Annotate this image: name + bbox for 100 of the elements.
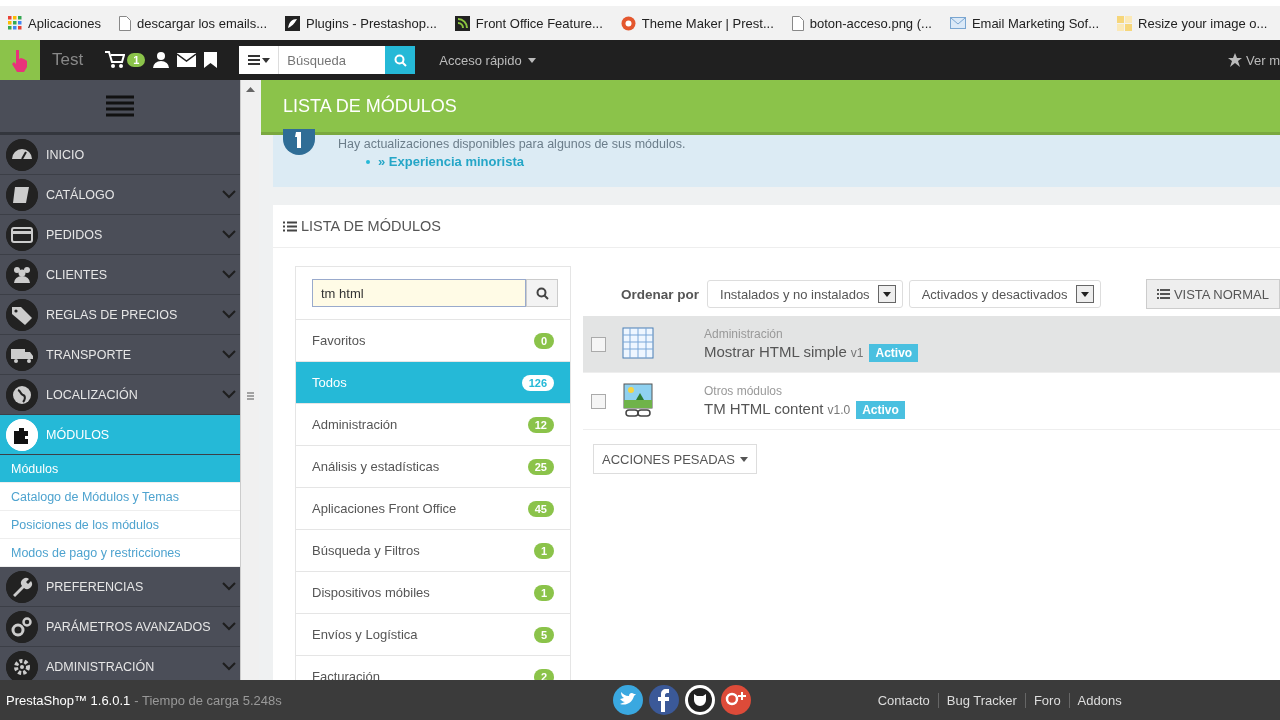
caret-icon	[882, 291, 891, 297]
puzzle-icon	[6, 418, 38, 451]
bookmark-label[interactable]: Plugins - Prestashop...	[306, 15, 437, 31]
bookmark-icon[interactable]	[204, 52, 218, 68]
checkbox[interactable]	[591, 336, 606, 352]
filter-dropdown[interactable]: Instalados y no instalados	[707, 280, 903, 308]
bookmark-label[interactable]: Theme Maker | Prest...	[641, 15, 774, 31]
sort-label: Ordenar por	[621, 286, 699, 302]
footer-link[interactable]: Contacto	[869, 692, 938, 708]
cart-count: 1	[127, 53, 146, 67]
panel-title: LISTA DE MÓDULOS	[301, 218, 441, 234]
settings-icon	[6, 650, 38, 680]
cart-icon[interactable]	[105, 51, 126, 69]
image-chain-icon	[622, 382, 656, 417]
bookmark-label[interactable]: Resize your image o...	[1138, 15, 1268, 31]
count-badge: 2	[533, 668, 554, 680]
category-item[interactable]: Dispositivos móbiles 1	[296, 572, 570, 614]
status-badge: Activo	[869, 343, 919, 362]
bookmark-label[interactable]: Front Office Feature...	[475, 15, 603, 31]
sidebar-item[interactable]: CATÁLOGO	[0, 175, 240, 215]
grip-icon[interactable]	[246, 392, 254, 400]
bookmark-label[interactable]: Email Marketing Sof...	[971, 15, 1100, 31]
category-item[interactable]: Aplicaciones Front Office 45	[296, 488, 570, 530]
gear-icon	[620, 15, 636, 31]
sidebar-item[interactable]: PREFERENCIAS	[0, 567, 240, 607]
view-shop-link[interactable]: Ver m	[1246, 52, 1280, 68]
count-badge: 45	[527, 500, 554, 517]
module-row[interactable]: Otros módulos TM HTML content v1.0 Activo	[583, 373, 1280, 430]
footer-link[interactable]: Addons	[1068, 692, 1130, 708]
category-item[interactable]: Administración 12	[296, 404, 570, 446]
filter-dropdown[interactable]: Activados y desactivados	[908, 280, 1101, 308]
category-item[interactable]: Envíos y Logística 5	[296, 614, 570, 656]
table-icon	[622, 326, 654, 359]
module-search-field[interactable]: tm html	[312, 279, 526, 307]
search-icon	[393, 53, 407, 67]
info-icon	[283, 129, 315, 155]
footer-link[interactable]: Foro	[1024, 692, 1069, 708]
module-category: Otros módulos	[704, 383, 784, 398]
category-item[interactable]: Búsqueda y Filtros 1	[296, 530, 570, 572]
apps-grid-icon	[8, 16, 22, 30]
module-row[interactable]: Administración Mostrar HTML simple v1 Activo	[583, 316, 1280, 373]
caret-icon	[1080, 291, 1089, 297]
caret-icon	[527, 57, 536, 63]
book-icon	[6, 178, 38, 211]
module-version: v1	[850, 345, 864, 360]
footer-link[interactable]: Bug Tracker	[937, 692, 1025, 708]
wrench-icon	[6, 570, 38, 603]
sidebar-item[interactable]: CLIENTES	[0, 255, 240, 295]
count-badge: 126	[521, 374, 554, 391]
count-badge: 25	[527, 458, 554, 475]
count-badge: 1	[533, 584, 554, 601]
load-time-text: - Tiempo de carga 5.248s	[134, 692, 282, 708]
search-icon	[535, 286, 549, 300]
sidebar-item[interactable]: REGLAS DE PRECIOS	[0, 295, 240, 335]
module-version: v1.0	[827, 402, 851, 417]
card-icon	[6, 218, 38, 251]
category-item[interactable]: Análisis y estadísticas 25	[296, 446, 570, 488]
search-field[interactable]: Búsqueda	[279, 46, 386, 74]
count-badge: 0	[533, 332, 554, 349]
alert-message: Hay actualizaciones disponibles para algunos de sus módulos.	[338, 136, 687, 151]
tag-icon	[6, 298, 38, 331]
bulk-actions-button[interactable]: ACCIONES PESADAS	[593, 444, 757, 474]
checkbox[interactable]	[591, 393, 606, 409]
count-badge: 5	[533, 626, 554, 643]
sidebar-item[interactable]: PEDIDOS	[0, 215, 240, 255]
star-icon	[1228, 53, 1243, 67]
sidebar-item[interactable]: INICIO	[0, 135, 240, 175]
bookmark-label[interactable]: Aplicaciones	[28, 15, 101, 31]
list-icon	[1156, 289, 1170, 299]
scroll-up-icon[interactable]	[245, 86, 255, 92]
bookmark-label[interactable]: boton-acceso.png (...	[809, 15, 932, 31]
count-badge: 12	[527, 416, 554, 433]
bookmark-label[interactable]: descargar los emails...	[137, 15, 268, 31]
caret-icon	[261, 57, 270, 63]
sidebar-item[interactable]: TRANSPORTE	[0, 335, 240, 375]
module-category: Administración	[704, 326, 784, 341]
caret-icon	[739, 456, 748, 462]
page-icon	[119, 15, 131, 31]
search-button[interactable]	[385, 46, 416, 74]
people-icon	[6, 258, 38, 291]
truck-icon	[6, 338, 38, 371]
page-title: LISTA DE MÓDULOS	[261, 80, 1280, 135]
page-icon	[791, 15, 804, 31]
search-menu-button[interactable]	[239, 46, 280, 74]
sidebar-item[interactable]: PARÁMETROS AVANZADOS	[0, 607, 240, 647]
user-icon[interactable]	[153, 52, 170, 68]
quick-access-button[interactable]: Acceso rápido	[433, 51, 542, 69]
shop-name[interactable]: Test	[52, 50, 84, 70]
feed-icon	[454, 15, 470, 31]
menu-icon	[247, 55, 260, 65]
facebook-icon[interactable]	[647, 684, 680, 716]
cat-silhouette-icon[interactable]	[683, 684, 716, 716]
search-button[interactable]	[526, 279, 558, 307]
status-badge: Activo	[856, 400, 905, 419]
view-mode-button[interactable]: VISTA NORMAL	[1145, 279, 1280, 309]
envelope-icon	[949, 17, 966, 29]
envelope-icon[interactable]	[177, 53, 197, 67]
gears-icon	[6, 610, 38, 643]
google-plus-icon[interactable]	[719, 684, 752, 716]
module-name: Mostrar HTML simple	[704, 342, 847, 360]
